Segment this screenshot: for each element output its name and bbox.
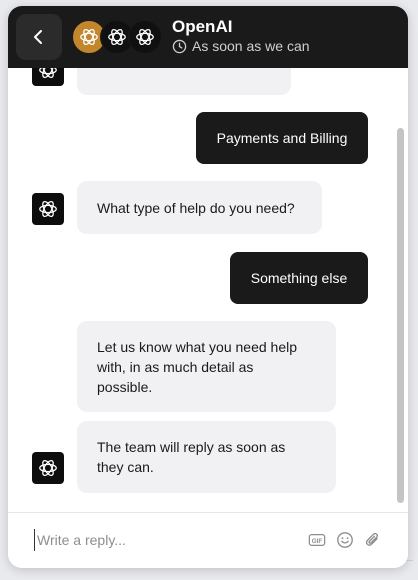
emoji-icon[interactable] bbox=[336, 531, 354, 549]
gif-label: GIF bbox=[312, 538, 323, 545]
openai-logo-icon bbox=[80, 28, 98, 46]
chevron-left-icon bbox=[34, 30, 42, 44]
gif-icon[interactable]: GIF bbox=[308, 531, 326, 549]
back-button[interactable] bbox=[16, 14, 62, 60]
openai-logo-icon bbox=[136, 28, 154, 46]
paperclip-icon[interactable] bbox=[364, 531, 382, 549]
conversation: Payments and Billing What type of help d… bbox=[8, 68, 408, 512]
bot-avatar bbox=[32, 452, 64, 484]
avatar bbox=[128, 20, 162, 54]
reply-composer: GIF bbox=[8, 512, 408, 568]
bot-avatar bbox=[32, 193, 64, 225]
bot-message bbox=[77, 68, 291, 95]
chat-header: OpenAI As soon as we can bbox=[8, 6, 408, 68]
openai-logo-icon bbox=[108, 28, 126, 46]
response-time: As soon as we can bbox=[172, 38, 310, 54]
scrollbar[interactable] bbox=[397, 128, 404, 503]
openai-logo-icon bbox=[39, 68, 57, 79]
user-message: Something else bbox=[230, 252, 368, 304]
response-time-label: As soon as we can bbox=[192, 38, 310, 54]
bot-avatar bbox=[32, 68, 64, 86]
user-message: Payments and Billing bbox=[196, 112, 368, 164]
chat-title: OpenAI bbox=[172, 17, 233, 36]
team-avatars bbox=[72, 20, 164, 54]
bot-message: The team will reply as soon as they can. bbox=[77, 421, 336, 493]
bot-message: What type of help do you need? bbox=[77, 181, 322, 234]
openai-logo-icon bbox=[39, 459, 57, 477]
chat-widget: OpenAI As soon as we can Payments and Bi… bbox=[8, 6, 408, 568]
openai-logo-icon bbox=[39, 200, 57, 218]
reply-input[interactable] bbox=[34, 529, 297, 551]
clock-icon bbox=[172, 39, 187, 53]
bot-message: Let us know what you need help with, in … bbox=[77, 321, 336, 412]
